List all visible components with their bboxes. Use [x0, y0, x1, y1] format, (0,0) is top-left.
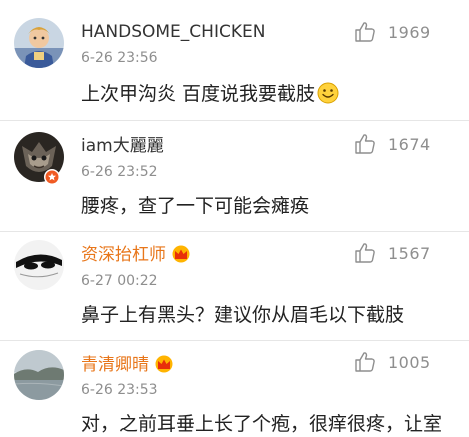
comment-item-1: HANDSOME_CHICKEN 6-26 23:56 1969 上次甲沟炎 百… — [0, 5, 469, 120]
like-count: 1969 — [388, 22, 431, 42]
comment-item-2: iam大麗麗 6-26 23:52 1674 腰疼，查了一下可能会瘫痪 — [0, 121, 469, 231]
comment-body: 上次甲沟炎 百度说我要截肢 — [81, 83, 316, 105]
vip-crown-icon — [155, 355, 173, 373]
avatar[interactable] — [14, 240, 64, 290]
avatar[interactable] — [14, 18, 64, 68]
like-count: 1674 — [388, 134, 431, 154]
username-text: 青清卿晴 — [81, 355, 149, 375]
avatar[interactable] — [14, 350, 64, 400]
like-count: 1567 — [388, 243, 431, 263]
thumbs-up-icon — [355, 243, 375, 263]
comment-text: 上次甲沟炎 百度说我要截肢 — [81, 81, 339, 107]
username[interactable]: iam大麗麗 — [81, 135, 164, 157]
comment-time: 6-27 00:22 — [81, 273, 158, 289]
smile-emoji-icon — [317, 82, 339, 104]
comment-text: 腰疼，查了一下可能会瘫痪 — [81, 195, 310, 217]
username[interactable]: 资深抬杠师 — [81, 244, 192, 266]
verified-badge-icon — [44, 169, 60, 185]
vip-crown-icon — [172, 245, 190, 263]
comment-text: 鼻子上有黑头？建议你从眉毛以下截肢 — [81, 304, 405, 326]
username[interactable]: HANDSOME_CHICKEN — [81, 21, 265, 43]
like-button[interactable]: 1567 — [354, 241, 459, 265]
comment-text: 对，之前耳垂上长了个疱，很痒很疼，让室 — [81, 413, 443, 435]
comment-time: 6-26 23:56 — [81, 50, 158, 66]
username[interactable]: 青清卿晴 — [81, 354, 175, 376]
comment-item-3: 资深抬杠师 6-27 00:22 1567 鼻子上有黑头？建议你从眉毛以下截肢 — [0, 232, 469, 340]
like-count: 1005 — [388, 352, 431, 372]
thumbs-up-icon — [355, 352, 375, 372]
thumbs-up-icon — [355, 134, 375, 154]
like-button[interactable]: 1969 — [354, 20, 459, 44]
comment-time: 6-26 23:53 — [81, 382, 158, 398]
comment-time: 6-26 23:52 — [81, 164, 158, 180]
like-button[interactable]: 1674 — [354, 132, 459, 156]
like-button[interactable]: 1005 — [354, 350, 459, 374]
username-text: 资深抬杠师 — [81, 245, 166, 265]
thumbs-up-icon — [355, 22, 375, 42]
comment-item-4: 青清卿晴 6-26 23:53 1005 对，之前耳垂上长了个疱，很痒很疼，让室 — [0, 341, 469, 435]
